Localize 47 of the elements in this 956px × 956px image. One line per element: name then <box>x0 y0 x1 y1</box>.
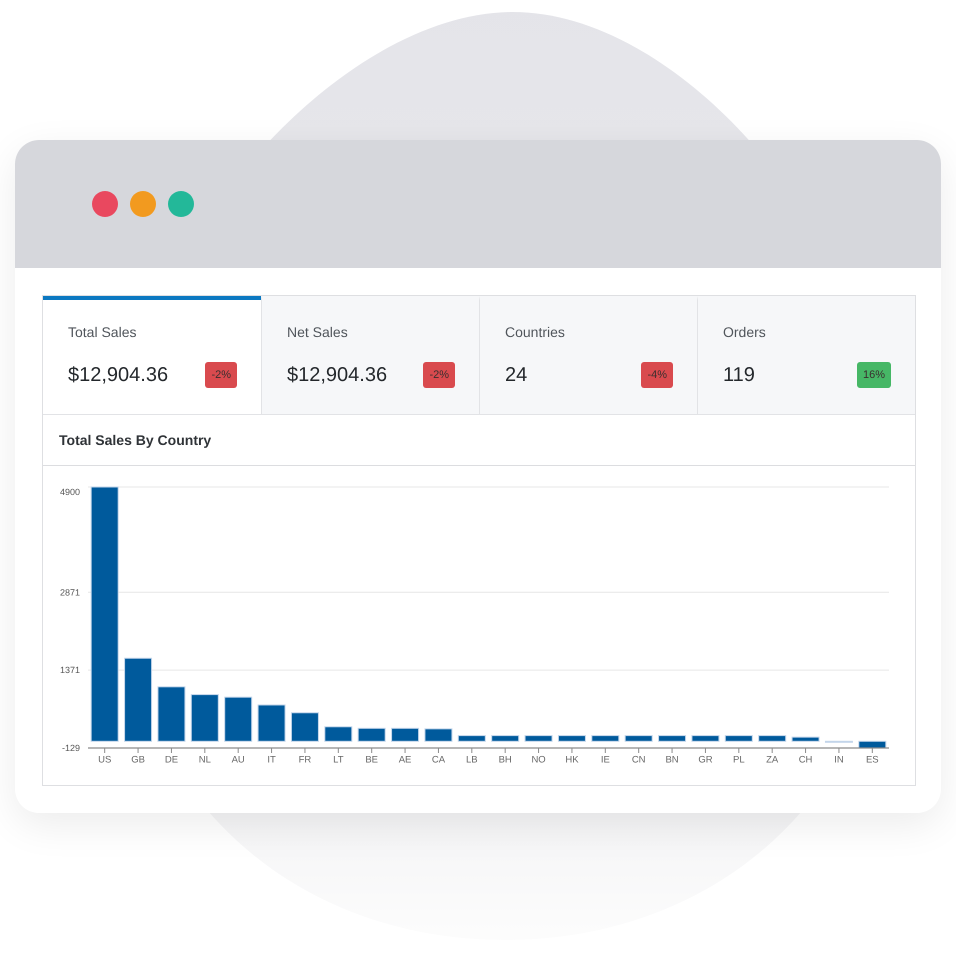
x-axis-label: IT <box>267 754 276 766</box>
y-axis-label: -129 <box>62 743 80 753</box>
change-badge: -4% <box>641 362 673 388</box>
x-axis-label: BN <box>665 754 679 766</box>
x-axis-label: CA <box>432 754 446 766</box>
change-badge: -2% <box>423 362 455 388</box>
x-axis-label: CN <box>632 754 646 766</box>
x-axis-label: ZA <box>766 754 778 766</box>
change-badge: 16% <box>856 362 891 388</box>
x-axis-label: US <box>98 754 112 766</box>
x-axis-label: GB <box>131 754 145 766</box>
stat-card[interactable]: Orders 119 16% <box>697 296 915 414</box>
stat-label: Orders <box>723 324 766 340</box>
window-control-icon[interactable] <box>130 191 156 217</box>
y-axis-label: 2871 <box>60 587 80 598</box>
x-axis-label: NL <box>198 754 211 766</box>
x-axis-label: AU <box>232 754 245 766</box>
stat-value: 24 <box>505 363 528 388</box>
x-axis-label: BE <box>365 754 378 766</box>
stat-value: 119 <box>723 363 755 388</box>
x-axis-label: NO <box>531 754 546 766</box>
x-axis-label: PL <box>733 754 745 766</box>
x-axis-label: HK <box>565 754 579 766</box>
x-axis-label: ES <box>866 754 879 766</box>
window-control-icon[interactable] <box>168 191 194 217</box>
x-axis-label: BH <box>498 754 512 766</box>
x-axis-label: CH <box>798 754 812 766</box>
stat-value: $12,904.36 <box>68 363 168 388</box>
chart-title: Total Sales By Country <box>59 431 212 450</box>
stat-label: Total Sales <box>68 324 136 340</box>
x-axis-label: LT <box>333 754 344 766</box>
x-axis-label: IN <box>834 754 844 766</box>
x-axis-label: FR <box>298 754 312 766</box>
y-axis-label: 1371 <box>60 665 80 676</box>
stat-value: $12,904.36 <box>287 363 388 388</box>
change-badge: -2% <box>205 362 237 388</box>
y-axis-label: 4900 <box>60 487 80 497</box>
window-control-icon[interactable] <box>92 191 118 217</box>
x-axis-label: GR <box>698 754 713 766</box>
x-axis-label: DE <box>164 754 178 766</box>
stat-card[interactable]: Net Sales $12,904.36 -2% <box>261 296 479 414</box>
x-axis-label: AE <box>398 754 412 766</box>
x-axis-label: IE <box>600 754 610 766</box>
stat-card[interactable]: Countries 24 -4% <box>479 296 697 414</box>
x-axis-label: LB <box>466 754 478 766</box>
stat-label: Countries <box>505 324 565 340</box>
stat-label: Net Sales <box>287 324 348 340</box>
